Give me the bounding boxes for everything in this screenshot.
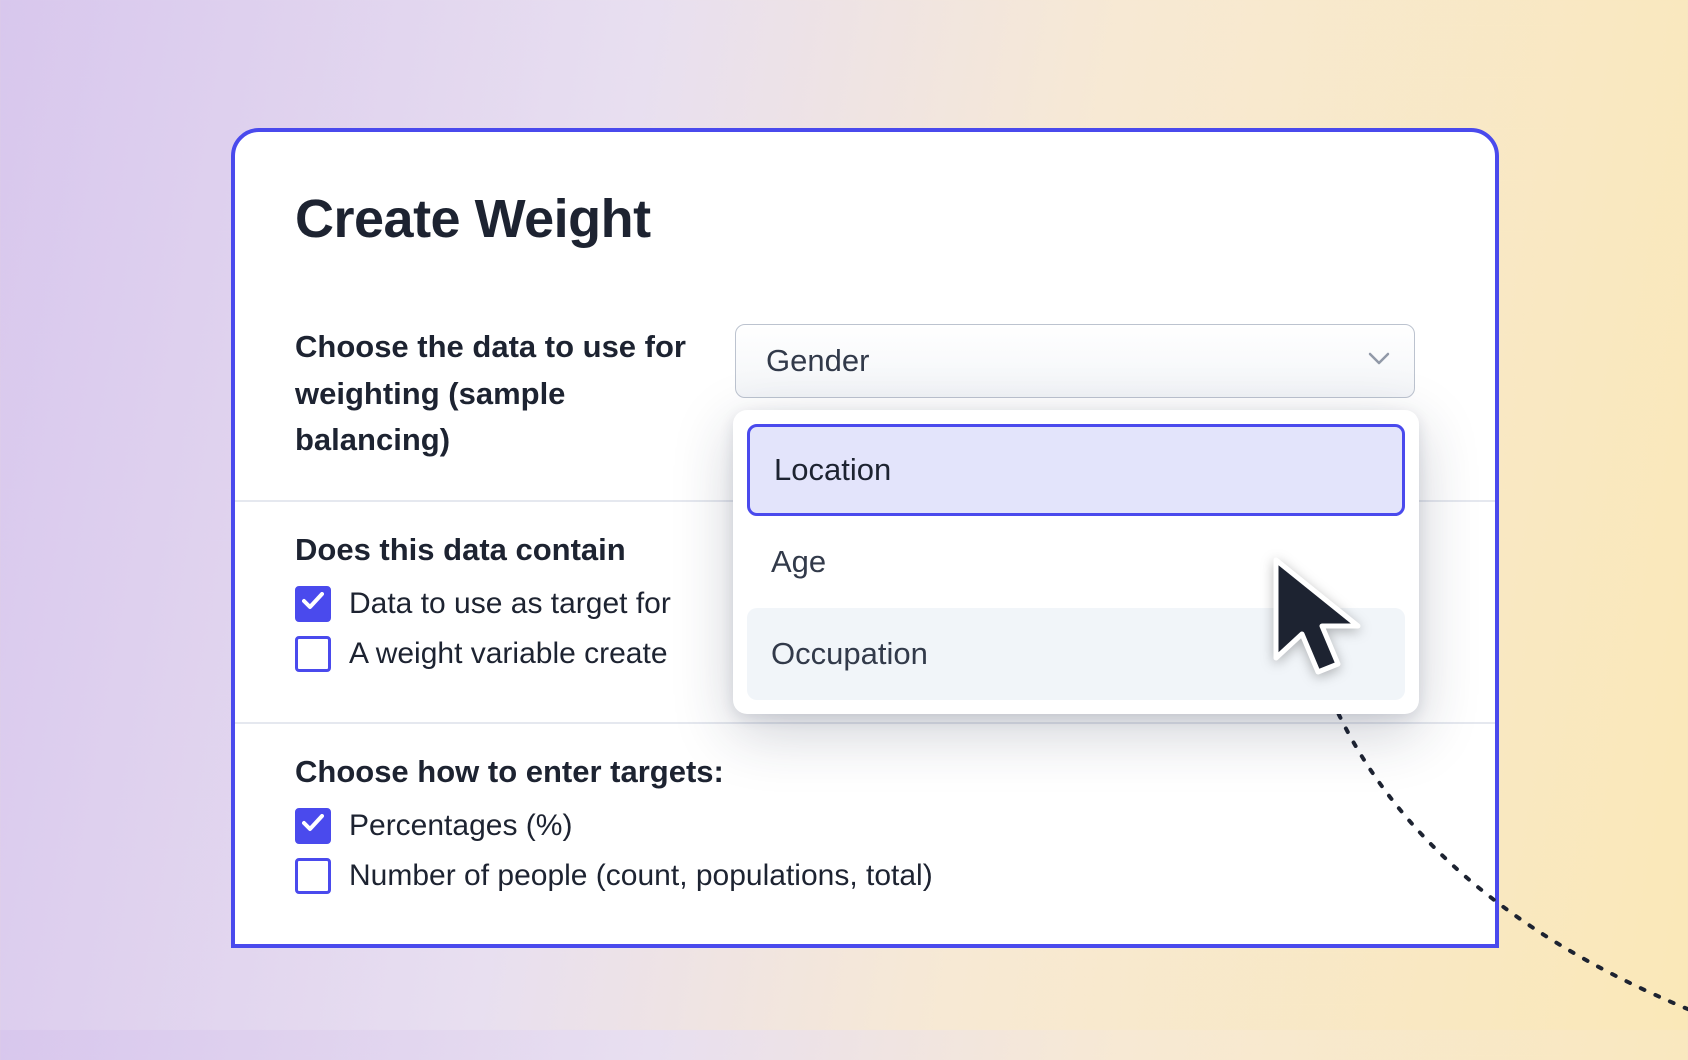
number-people-checkbox[interactable] bbox=[295, 858, 331, 894]
weighting-data-section: Choose the data to use for weighting (sa… bbox=[235, 294, 1495, 502]
field-row: Choose the data to use for weighting (sa… bbox=[295, 324, 1435, 464]
checkbox-row: Percentages (%) bbox=[295, 808, 1435, 844]
target-data-label: Data to use as target for bbox=[349, 587, 671, 621]
weighting-data-label: Choose the data to use for weighting (sa… bbox=[295, 324, 695, 464]
enter-targets-heading: Choose how to enter targets: bbox=[295, 754, 1435, 790]
select-wrapper: Gender Location Age Occupation bbox=[735, 324, 1435, 398]
select-value: Gender bbox=[766, 343, 869, 379]
number-people-label: Number of people (count, populations, to… bbox=[349, 859, 933, 893]
checkbox-row: Number of people (count, populations, to… bbox=[295, 858, 1435, 894]
checkmark-icon bbox=[302, 814, 324, 837]
enter-targets-section: Choose how to enter targets: Percentages… bbox=[235, 724, 1495, 944]
checkmark-icon bbox=[302, 592, 324, 615]
dropdown-option-location[interactable]: Location bbox=[747, 424, 1405, 516]
weighting-data-select[interactable]: Gender bbox=[735, 324, 1415, 398]
weight-variable-checkbox[interactable] bbox=[295, 636, 331, 672]
chevron-down-icon bbox=[1368, 352, 1390, 371]
create-weight-panel: Create Weight Choose the data to use for… bbox=[231, 128, 1499, 948]
panel-title: Create Weight bbox=[235, 188, 1495, 294]
target-data-checkbox[interactable] bbox=[295, 586, 331, 622]
weight-variable-label: A weight variable create bbox=[349, 637, 668, 671]
cursor-icon bbox=[1258, 548, 1378, 703]
percentages-checkbox[interactable] bbox=[295, 808, 331, 844]
percentages-label: Percentages (%) bbox=[349, 809, 572, 843]
